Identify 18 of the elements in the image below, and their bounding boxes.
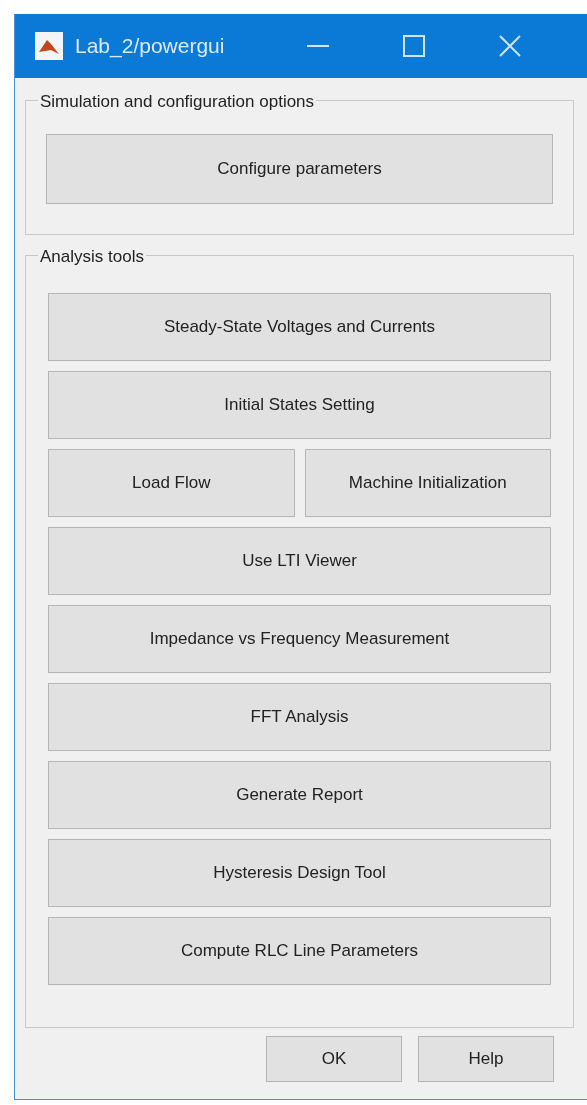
action-button[interactable]: Machine Initialization [304,449,551,517]
close-icon [499,35,521,57]
action-button[interactable]: Use LTI Viewer [48,527,551,595]
app-icon [35,32,63,60]
action-button[interactable]: Help [418,1036,554,1082]
action-button[interactable]: Configure parameters [46,134,553,204]
maximize-icon [403,35,425,57]
action-button[interactable]: FFT Analysis [48,683,551,751]
action-button[interactable]: Compute RLC Line Parameters [48,917,551,985]
action-button[interactable]: Impedance vs Frequency Measurement [48,605,551,673]
action-button[interactable]: Hysteresis Design Tool [48,839,551,907]
action-button[interactable]: Steady-State Voltages and Currents [48,293,551,361]
action-button[interactable]: Initial States Setting [48,371,551,439]
window-title: Lab_2/powergui [75,33,226,60]
action-button[interactable]: Generate Report [48,761,551,829]
action-button[interactable]: OK [266,1036,402,1082]
minimize-icon [307,44,329,48]
action-button[interactable]: Load Flow [48,449,295,517]
